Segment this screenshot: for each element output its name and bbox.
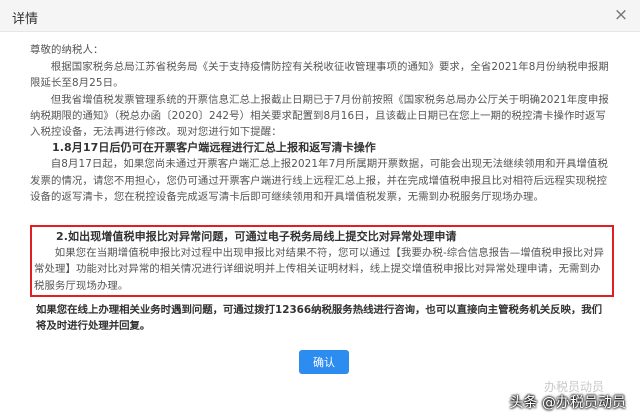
paragraph-deadline-extension: 根据国家税务总局江苏省税务局《关于支持疫情防控有关税收征收管理事项的通知》要求，… [30,61,609,90]
watermark-bottom: 头条 @办税员动员 [509,395,626,411]
notice-content: 尊敬的纳税人： 根据国家税务总局江苏省税务局《关于支持疫情防控有关税收征收管理事… [30,42,612,205]
section1-body: 自8月17日起，如果您尚未通过开票客户端汇总上报2021年7月所属期开票数据，可… [30,158,609,203]
close-icon[interactable]: × [612,6,630,24]
dialog-title: 详情 [12,12,39,27]
confirm-button[interactable]: 确认 [299,350,349,374]
greeting: 尊敬的纳税人： [30,44,104,56]
section2-content: 2.如出现增值税申报比对异常问题，可通过电子税务局线上提交比对异常处理申请 如果… [34,229,610,294]
section1-title: 1.8月17日后仍可在开票客户端远程进行汇总上报和返写清卡操作 [52,141,376,155]
dialog-titlebar: 详情 × [0,0,640,32]
paragraph-invoice-system: 但我省增值税发票管理系统的开票信息汇总上报截止日期已于7月份前按照《国家税务总局… [30,93,609,139]
section2-title: 2.如出现增值税申报比对异常问题，可通过电子税务局线上提交比对异常处理申请 [56,230,457,243]
footer-note: 如果您在线上办理相关业务时遇到问题，可通过拨打12366纳税服务热线进行咨询，也… [36,304,603,333]
section2-body: 如果您在当期增值税申报比对过程中出现申报比对结果不符，您可以通过【我要办税-综合… [34,247,605,292]
